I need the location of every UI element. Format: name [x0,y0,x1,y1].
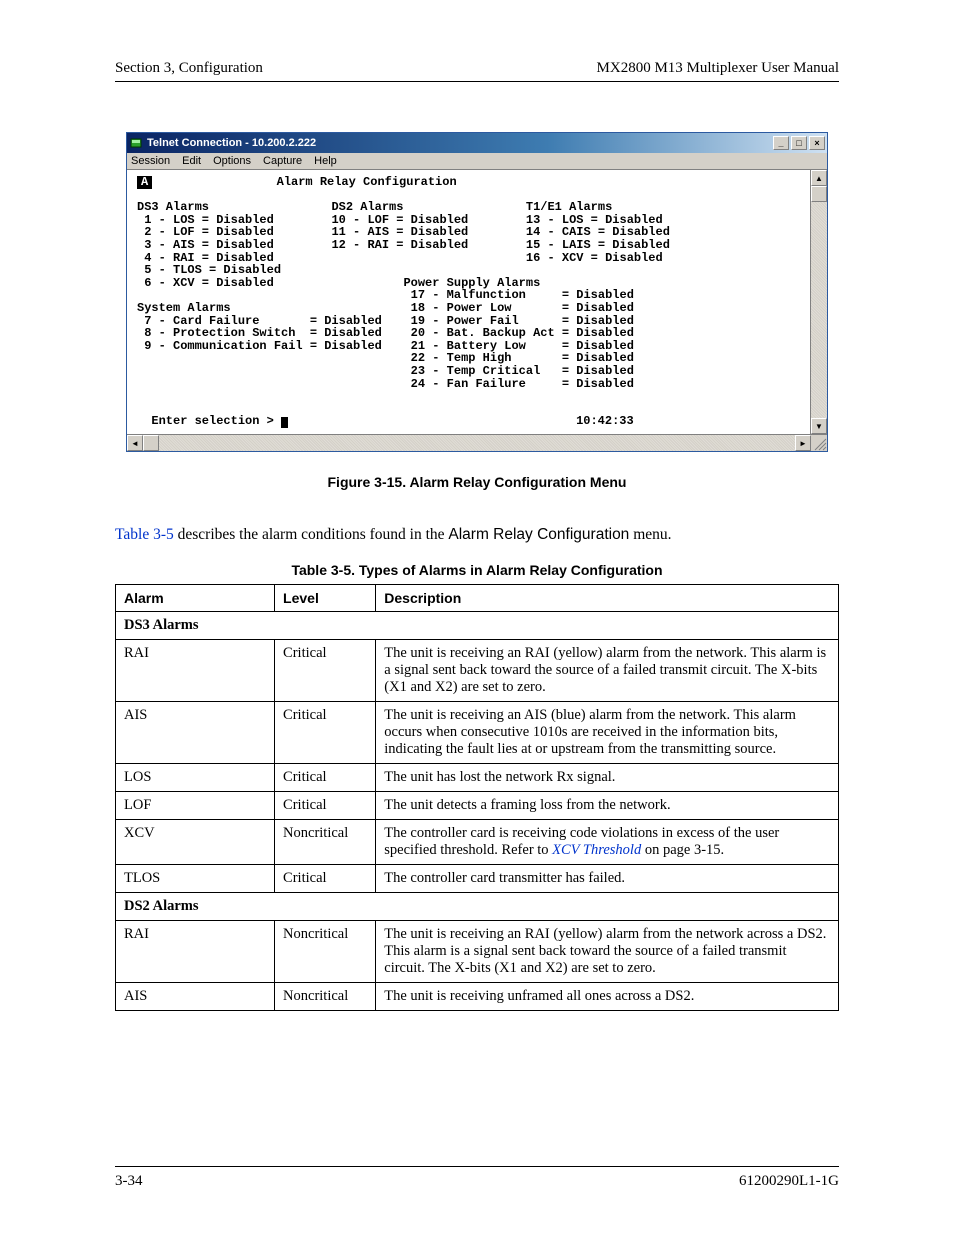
table-row: LOSCriticalThe unit has lost the network… [116,764,839,792]
scroll-thumb[interactable] [811,186,827,202]
table-link[interactable]: Table 3-5 [115,526,174,543]
window-title: Telnet Connection - 10.200.2.222 [147,137,773,149]
section-row: DS2 Alarms [116,893,839,921]
xcv-link[interactable]: XCV Threshold [552,842,641,858]
terminal-output[interactable]: A Alarm Relay Configuration DS3 Alarms D… [127,170,810,434]
section-row: DS3 Alarms [116,612,839,640]
resize-grip[interactable] [811,435,827,451]
title-bar[interactable]: Telnet Connection - 10.200.2.222 _ □ × [127,133,827,153]
menu-bar: Session Edit Options Capture Help [127,153,827,170]
col-alarm: Alarm [116,585,275,612]
table-row: RAICriticalThe unit is receiving an RAI … [116,640,839,702]
cursor-icon [281,417,288,428]
hscroll-track[interactable] [159,435,795,451]
sys-9: 9 - Communication Fail = Disabled [137,339,382,353]
table-row: RAINoncriticalThe unit is receiving an R… [116,921,839,983]
menu-options[interactable]: Options [213,155,251,167]
table-row: XCVNoncriticalThe controller card is rec… [116,820,839,865]
hscroll-thumb[interactable] [143,435,159,451]
terminal-a-label: A [137,176,152,189]
alarm-table: Alarm Level Description DS3 Alarms RAICr… [115,584,839,1011]
vertical-scrollbar[interactable]: ▲ ▼ [810,170,827,434]
table-row: AISCriticalThe unit is receiving an AIS … [116,702,839,764]
col-level: Level [275,585,376,612]
terminal-clock: 10:42:33 [576,414,634,428]
ps-24: 24 - Fan Failure = Disabled [411,377,634,391]
close-button[interactable]: × [809,136,825,150]
table-row: LOFCriticalThe unit detects a framing lo… [116,792,839,820]
table-row: TLOSCriticalThe controller card transmit… [116,865,839,893]
maximize-button[interactable]: □ [791,136,807,150]
page-number: 3-34 [115,1173,143,1190]
menu-capture[interactable]: Capture [263,155,302,167]
scroll-right-button[interactable]: ► [795,435,811,451]
menu-edit[interactable]: Edit [182,155,201,167]
footer-rule [115,1166,839,1167]
table-row: AISNoncriticalThe unit is receiving unfr… [116,983,839,1011]
col-desc: Description [376,585,839,612]
horizontal-scrollbar[interactable]: ◄ ► [127,434,827,451]
table-caption: Table 3-5. Types of Alarms in Alarm Rela… [115,562,839,578]
header-left: Section 3, Configuration [115,60,263,77]
figure-caption: Figure 3-15. Alarm Relay Configuration M… [115,474,839,490]
scroll-left-button[interactable]: ◄ [127,435,143,451]
terminal-prompt: Enter selection > [137,414,281,428]
menu-session[interactable]: Session [131,155,170,167]
header-rule [115,81,839,82]
terminal-heading: Alarm Relay Configuration [277,175,457,189]
telnet-window: Telnet Connection - 10.200.2.222 _ □ × S… [126,132,828,452]
t1-16: 16 - XCV = Disabled [526,251,663,265]
scroll-track[interactable] [811,202,827,418]
doc-number: 61200290L1-1G [739,1173,839,1190]
scroll-up-button[interactable]: ▲ [811,170,827,186]
table-header-row: Alarm Level Description [116,585,839,612]
scroll-down-button[interactable]: ▼ [811,418,827,434]
ds2-12: 12 - RAI = Disabled [331,238,468,252]
intro-paragraph: Table 3-5 describes the alarm conditions… [115,526,839,544]
menu-help[interactable]: Help [314,155,337,167]
ds3-6: 6 - XCV = Disabled [137,276,274,290]
app-icon [129,136,143,150]
header-right: MX2800 M13 Multiplexer User Manual [597,60,839,77]
minimize-button[interactable]: _ [773,136,789,150]
